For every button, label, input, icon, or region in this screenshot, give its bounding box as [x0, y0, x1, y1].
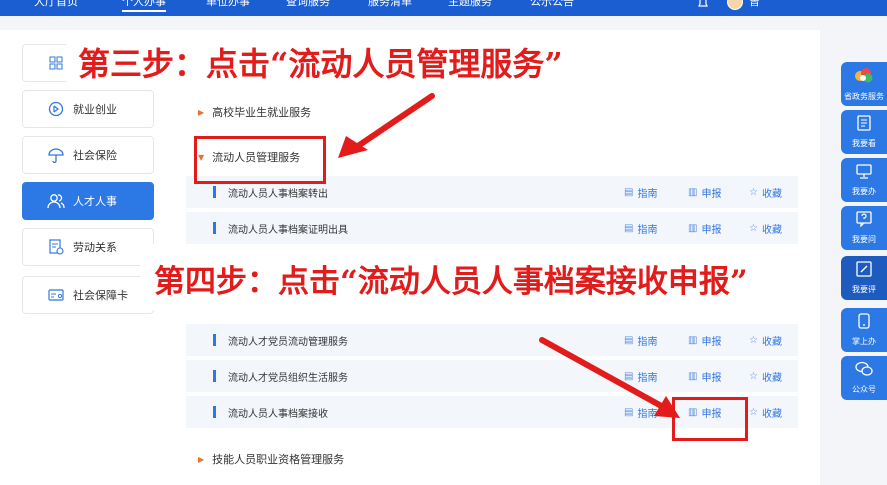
book-icon	[857, 115, 871, 135]
annotation-arrows	[338, 93, 680, 418]
toolbar-ask[interactable]: 我要问	[841, 206, 887, 250]
toolbar-province-service[interactable]: 省政务服务	[841, 62, 887, 106]
question-icon	[856, 211, 872, 231]
monitor-icon	[856, 163, 872, 183]
toolbar-label: 我要评	[852, 285, 876, 294]
toolbar-label: 掌上办	[852, 337, 876, 346]
toolbar-label: 公众号	[852, 385, 876, 394]
arrow-step4	[539, 337, 680, 418]
toolbar-mobile[interactable]: 掌上办	[841, 308, 887, 352]
toolbar-label: 我要问	[852, 235, 876, 244]
toolbar-label: 我要办	[852, 186, 876, 196]
page: 大厅首页 个人办事 单位办事 查询服务 服务清单 主题服务 公示公告 曾 就业创…	[0, 0, 887, 485]
wechat-icon	[855, 361, 873, 381]
phone-icon	[858, 313, 870, 333]
logo-icon	[853, 66, 875, 88]
toolbar-do[interactable]: 我要办	[841, 158, 887, 202]
edit-icon	[856, 261, 872, 281]
toolbar-label: 省政务服务	[844, 92, 884, 101]
toolbar-view[interactable]: 我要看	[841, 110, 887, 154]
toolbar-label: 我要看	[852, 139, 876, 148]
toolbar-wechat[interactable]: 公众号	[841, 356, 887, 400]
toolbar-evaluate[interactable]: 我要评	[841, 256, 887, 300]
arrow-step3	[338, 93, 435, 158]
